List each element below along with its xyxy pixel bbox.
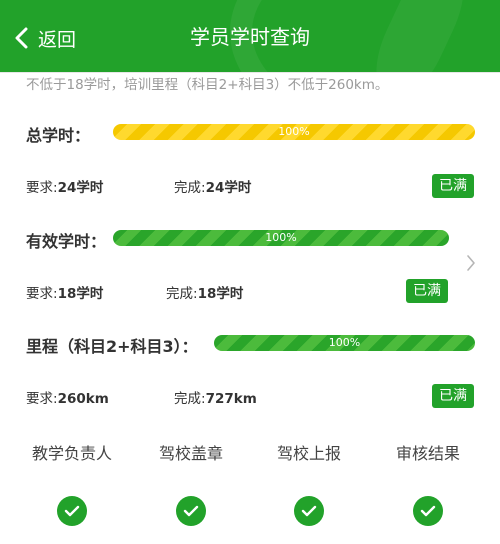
- total-hours-required: 要求:24学时: [26, 176, 103, 196]
- checkmark-icon: [413, 496, 443, 526]
- completed-value: 727km: [205, 391, 257, 407]
- total-hours-progress-text: 100%: [278, 125, 310, 138]
- required-prefix: 要求:: [26, 286, 58, 302]
- mileage-progress-text: 100%: [328, 336, 361, 349]
- page-title: 学员学时查询: [190, 25, 310, 49]
- required-prefix: 要求:: [26, 391, 58, 407]
- effective-hours-completed: 完成:18学时: [166, 282, 243, 302]
- effective-hours-progress-text: 100%: [265, 231, 297, 244]
- step-label-teaching-lead: 教学负责人: [31, 444, 113, 463]
- chevron-right-icon[interactable]: [466, 254, 476, 276]
- mileage-progress-bar: 100%: [214, 335, 475, 351]
- mileage-label: 里程（科目2+科目3）：: [26, 337, 198, 356]
- step-label-school-seal: 驾校盖章: [158, 444, 224, 463]
- required-value: 260km: [57, 391, 109, 407]
- mileage-required: 要求:260km: [26, 387, 109, 407]
- required-value: 24学时: [57, 180, 104, 196]
- checkmark-icon: [57, 496, 87, 526]
- checkmark-icon: [294, 496, 324, 526]
- completed-prefix: 完成:: [174, 180, 206, 196]
- checkmark-icon: [176, 496, 206, 526]
- step-label-review-result: 审核结果: [395, 444, 461, 463]
- effective-hours-required: 要求:18学时: [26, 282, 103, 302]
- app-header: 返回 学员学时查询: [0, 0, 500, 72]
- effective-hours-status-badge[interactable]: 已满: [406, 279, 448, 303]
- mileage-completed: 完成:727km: [174, 387, 257, 407]
- required-prefix: 要求:: [26, 180, 58, 196]
- total-hours-status-badge[interactable]: 已满: [432, 174, 474, 198]
- total-hours-completed: 完成:24学时: [174, 176, 251, 196]
- completed-prefix: 完成:: [174, 391, 206, 407]
- requirement-notice: 不低于18学时，培训里程（科目2+科目3）不低于260km。: [0, 72, 500, 100]
- required-value: 18学时: [57, 286, 104, 302]
- total-hours-label: 总学时：: [26, 126, 91, 145]
- effective-hours-progress-bar: 100%: [113, 230, 449, 246]
- step-label-school-report: 驾校上报: [276, 444, 342, 463]
- total-hours-progress-bar: 100%: [113, 124, 475, 140]
- completed-prefix: 完成:: [166, 286, 198, 302]
- completed-value: 24学时: [205, 180, 252, 196]
- effective-hours-label: 有效学时：: [26, 232, 107, 251]
- completed-value: 18学时: [197, 286, 244, 302]
- mileage-status-badge[interactable]: 已满: [432, 384, 474, 408]
